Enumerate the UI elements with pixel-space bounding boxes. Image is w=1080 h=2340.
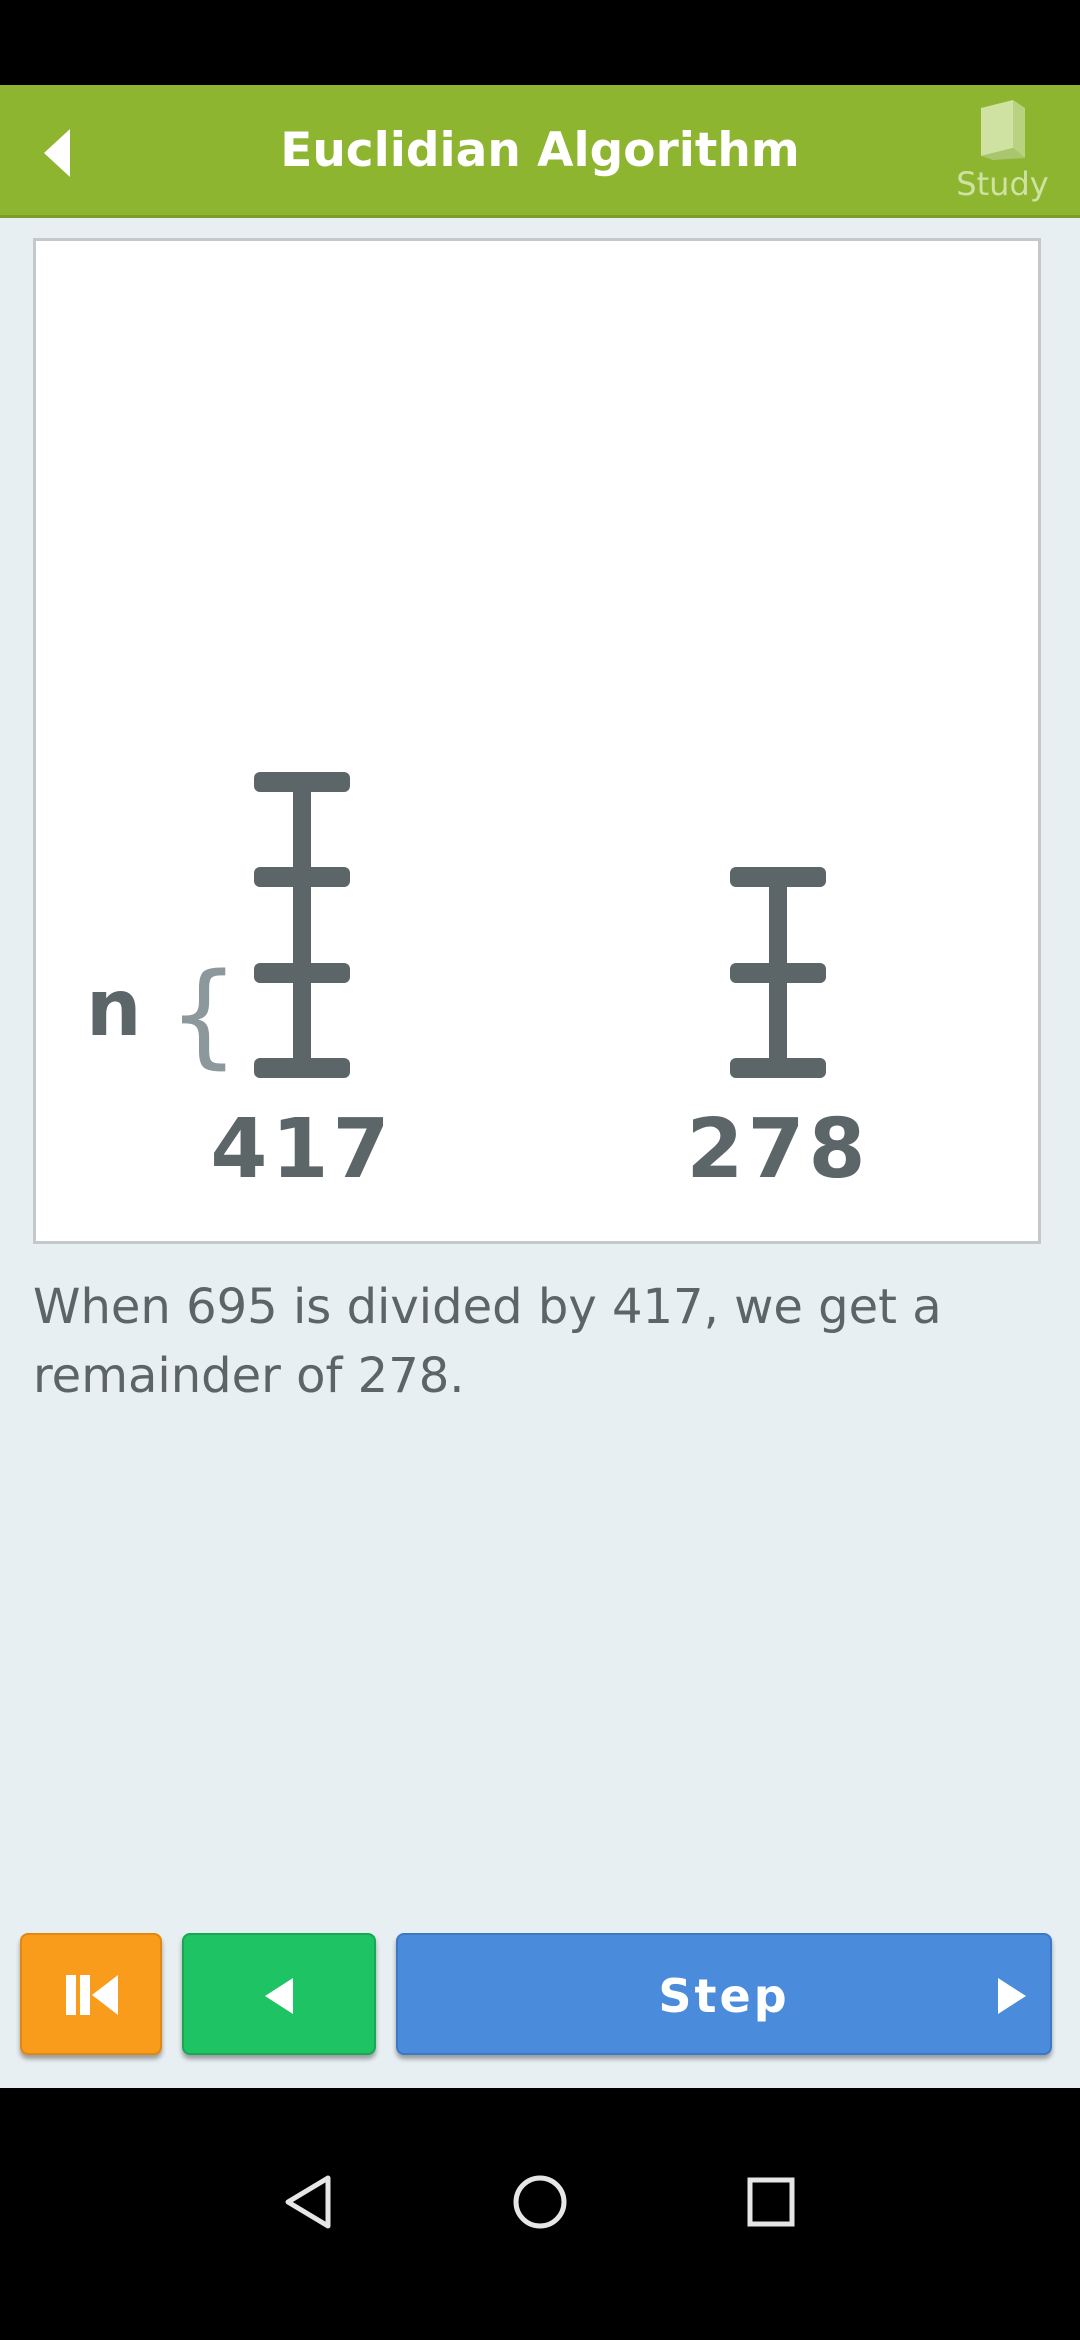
nav-home-icon[interactable] <box>512 2174 568 2230</box>
right-value: 278 <box>686 1102 869 1197</box>
ruler-417 <box>254 772 350 1078</box>
step-description: When 695 is divided by 417, we get a rem… <box>33 1279 942 1404</box>
step-button[interactable]: Step <box>396 1933 1052 2055</box>
step-label: Step <box>658 1969 790 2023</box>
bracket-label: n <box>86 964 142 1054</box>
brace-symbol: { <box>168 950 239 1080</box>
nav-back-icon[interactable] <box>282 2174 334 2230</box>
skip-to-start-icon <box>66 1975 118 2015</box>
algorithm-canvas: n { 417 278 <box>33 238 1041 1244</box>
system-nav-bar <box>0 2088 1080 2340</box>
book-icon <box>981 100 1025 160</box>
nav-recents-icon[interactable] <box>746 2176 796 2228</box>
app-bar: Euclidian Algorithm Study <box>0 85 1080 218</box>
triangle-left-icon <box>265 1978 293 2014</box>
restart-button[interactable] <box>20 1933 162 2055</box>
left-value: 417 <box>210 1102 393 1197</box>
ruler-278 <box>730 867 826 1078</box>
previous-step-button[interactable] <box>182 1933 376 2055</box>
content-area: n { 417 278 When 695 is divided by 417, … <box>0 218 1080 2088</box>
triangle-right-icon <box>998 1978 1026 2014</box>
study-label: Study <box>956 165 1049 203</box>
study-button[interactable]: Study <box>940 100 1065 210</box>
status-bar <box>0 0 1080 85</box>
page-title: Euclidian Algorithm <box>280 123 800 178</box>
